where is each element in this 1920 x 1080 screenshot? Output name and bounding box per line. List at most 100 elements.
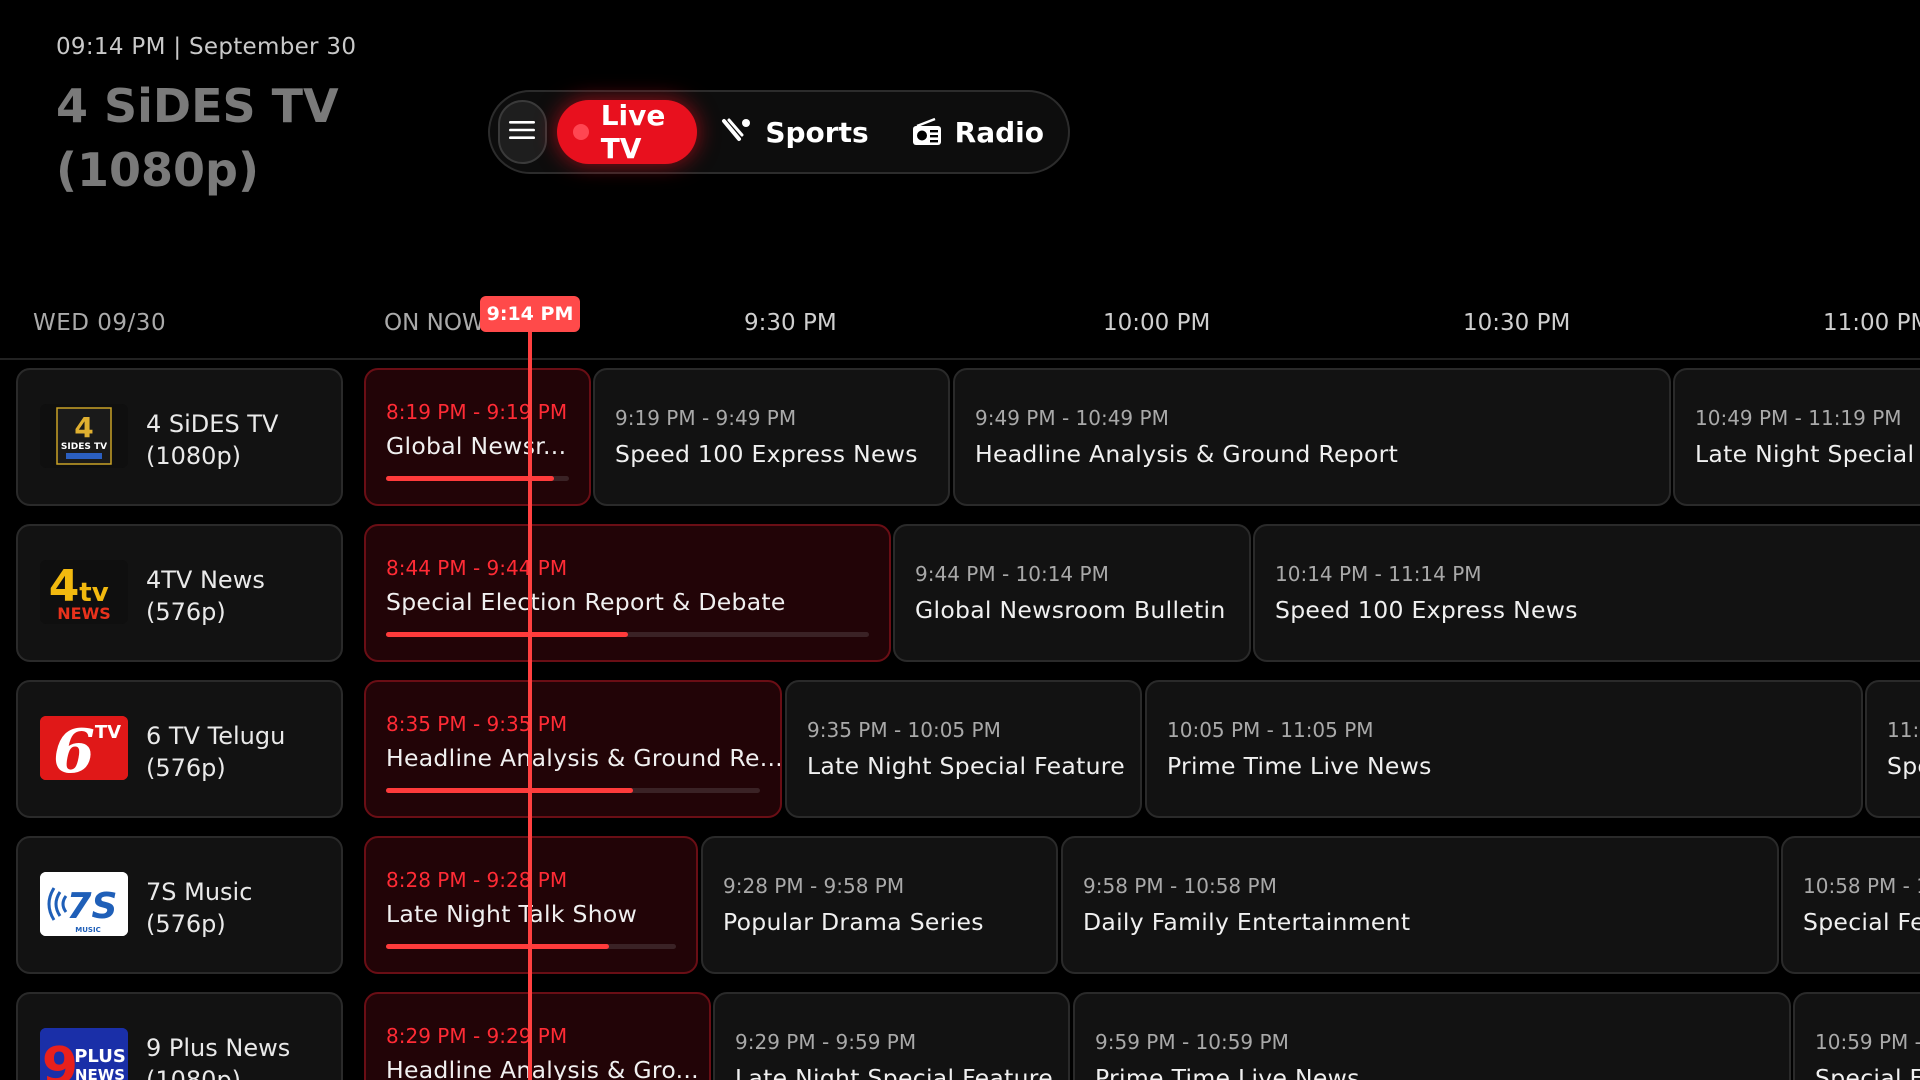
program-card-now[interactable]: 8:19 PM - 9:19 PM Global Newsr...	[364, 368, 591, 506]
svg-text:7S: 7S	[67, 886, 118, 927]
channel-card[interactable]: 4 tv NEWS 4TV News (576p)	[16, 524, 343, 662]
program-time: 9:49 PM - 10:49 PM	[975, 406, 1169, 430]
program-card[interactable]: 10:59 PM - Special F	[1793, 992, 1920, 1080]
channel-card[interactable]: 9 PLUS NEWS 9 Plus News (1080p)	[16, 992, 343, 1080]
program-title: Daily Family Entertainment	[1083, 908, 1411, 936]
program-time: 9:44 PM - 10:14 PM	[915, 562, 1109, 586]
svg-text:NEWS: NEWS	[75, 1066, 125, 1080]
svg-text:SIDES TV: SIDES TV	[61, 442, 107, 452]
program-time: 9:28 PM - 9:58 PM	[723, 874, 905, 898]
program-progress-fill	[386, 944, 610, 949]
program-time: 9:29 PM - 9:59 PM	[735, 1030, 917, 1054]
channel-row: 4 tv NEWS 4TV News (576p) 8:44 PM - 9:44 P…	[0, 524, 1920, 664]
nav-tab-sports[interactable]: Sports	[703, 100, 886, 164]
program-title: Speed 100 Express News	[615, 440, 918, 468]
on-now-label: ON NOW	[384, 310, 485, 336]
program-title: Headline Analysis & Ground Report	[975, 440, 1399, 468]
program-card[interactable]: 11:0 Spe	[1865, 680, 1920, 818]
channel-card[interactable]: 7S MUSIC 7S Music (576p)	[16, 836, 343, 974]
program-title: Headline Analysis & Ground Re...	[386, 744, 782, 772]
svg-text:PLUS: PLUS	[74, 1046, 126, 1067]
svg-text:TV: TV	[95, 722, 121, 743]
time-slot-label: 10:00 PM	[1103, 310, 1211, 336]
svg-text:4: 4	[74, 411, 93, 444]
program-time: 10:58 PM - 1	[1803, 874, 1920, 898]
channel-card[interactable]: 6 TV 6 TV Telugu (576p)	[16, 680, 343, 818]
nav-tab-label: Live TV	[600, 99, 666, 165]
program-title: Prime Time Live News	[1095, 1064, 1360, 1080]
program-time: 10:14 PM - 11:14 PM	[1275, 562, 1482, 586]
svg-text:NEWS: NEWS	[57, 604, 111, 623]
sports-icon	[721, 117, 753, 147]
channel-card[interactable]: 4 SIDES TV 4 SiDES TV (1080p)	[16, 368, 343, 506]
nav-tab-live-tv[interactable]: Live TV	[556, 99, 698, 165]
channel-name: 7S Music (576p)	[146, 878, 253, 938]
program-progress-fill	[386, 632, 628, 637]
program-title: Special Election Report & Debate	[386, 588, 786, 616]
program-card[interactable]: 9:44 PM - 10:14 PM Global Newsroom Bulle…	[893, 524, 1251, 662]
program-time: 8:44 PM - 9:44 PM	[386, 556, 568, 580]
nav-tab-label: Sports	[765, 115, 869, 149]
current-time-marker: 9:14 PM	[480, 296, 580, 332]
nav-tab-label: Radio	[954, 115, 1044, 149]
program-time: 9:35 PM - 10:05 PM	[807, 718, 1001, 742]
program-title: Headline Analysis & Gro...	[386, 1056, 699, 1080]
program-card[interactable]: 9:59 PM - 10:59 PM Prime Time Live News	[1073, 992, 1791, 1080]
radio-icon	[911, 117, 943, 147]
channel-row: 9 PLUS NEWS 9 Plus News (1080p) 8:29 PM - …	[0, 992, 1920, 1080]
program-title: Late Night Special F	[1695, 440, 1920, 468]
program-title: Late Night Special Feature	[735, 1064, 1053, 1080]
program-time: 10:05 PM - 11:05 PM	[1167, 718, 1374, 742]
program-title: Special Fe	[1803, 908, 1920, 936]
program-card-now[interactable]: 8:44 PM - 9:44 PM Special Election Repor…	[364, 524, 891, 662]
program-card[interactable]: 10:14 PM - 11:14 PM Speed 100 Express Ne…	[1253, 524, 1920, 662]
program-time: 10:49 PM - 11:19 PM	[1695, 406, 1902, 430]
program-title: Late Night Talk Show	[386, 900, 638, 928]
channel-name: 4TV News (576p)	[146, 566, 265, 626]
program-progress-bar	[386, 788, 760, 793]
tv-guide-screen: 09:14 PM | September 30 4 SiDES TV (1080…	[0, 0, 1920, 1080]
program-title: Prime Time Live News	[1167, 752, 1432, 780]
program-card[interactable]: 9:35 PM - 10:05 PM Late Night Special Fe…	[785, 680, 1142, 818]
time-slot-label: 9:30 PM	[744, 310, 837, 336]
program-card[interactable]: 10:05 PM - 11:05 PM Prime Time Live News	[1145, 680, 1863, 818]
program-time: 8:28 PM - 9:28 PM	[386, 868, 568, 892]
svg-text:MUSIC: MUSIC	[75, 926, 100, 934]
clock-datetime: 09:14 PM | September 30	[56, 34, 357, 60]
channel-logo-6tv: 6 TV	[40, 716, 128, 780]
program-title: Speed 100 Express News	[1275, 596, 1578, 624]
program-card[interactable]: 10:49 PM - 11:19 PM Late Night Special F	[1673, 368, 1920, 506]
program-progress-bar	[386, 476, 569, 481]
top-navigation-bar: Live TV Sports Radio	[488, 90, 1070, 174]
program-time: 9:58 PM - 10:58 PM	[1083, 874, 1277, 898]
current-time-line	[528, 332, 532, 1080]
time-slot-label: 11:00 PM	[1823, 310, 1920, 336]
channel-logo-4tv-news: 4 tv NEWS	[40, 560, 128, 624]
program-card[interactable]: 9:49 PM - 10:49 PM Headline Analysis & G…	[953, 368, 1671, 506]
channel-name: 4 SiDES TV (1080p)	[146, 410, 279, 470]
svg-text:9: 9	[42, 1037, 78, 1080]
program-time: 8:29 PM - 9:29 PM	[386, 1024, 568, 1048]
program-card[interactable]: 9:58 PM - 10:58 PM Daily Family Entertai…	[1061, 836, 1779, 974]
menu-button[interactable]	[498, 100, 547, 164]
time-slot-label: 10:30 PM	[1463, 310, 1571, 336]
program-card[interactable]: 9:19 PM - 9:49 PM Speed 100 Express News	[593, 368, 950, 506]
program-time: 8:35 PM - 9:35 PM	[386, 712, 568, 736]
channel-logo-4sides: 4 SIDES TV	[40, 404, 128, 468]
program-title: Global Newsr...	[386, 432, 567, 460]
program-title: Spe	[1887, 752, 1920, 780]
nav-tab-radio[interactable]: Radio	[893, 100, 1062, 164]
program-card[interactable]: 10:58 PM - 1 Special Fe	[1781, 836, 1920, 974]
channel-row: 7S MUSIC 7S Music (576p) 8:28 PM - 9:28 P…	[0, 836, 1920, 976]
program-card-now[interactable]: 8:35 PM - 9:35 PM Headline Analysis & Gr…	[364, 680, 782, 818]
program-card-now[interactable]: 8:29 PM - 9:29 PM Headline Analysis & Gr…	[364, 992, 711, 1080]
channel-row: 4 SIDES TV 4 SiDES TV (1080p) 8:19 PM - 9…	[0, 368, 1920, 508]
channel-name: 9 Plus News (1080p)	[146, 1034, 291, 1080]
svg-text:6: 6	[53, 717, 95, 780]
program-card[interactable]: 9:29 PM - 9:59 PM Late Night Special Fea…	[713, 992, 1070, 1080]
channel-logo-9-plus-news: 9 PLUS NEWS	[40, 1028, 128, 1080]
program-progress-fill	[386, 788, 633, 793]
program-card[interactable]: 9:28 PM - 9:58 PM Popular Drama Series	[701, 836, 1058, 974]
program-title: Late Night Special Feature	[807, 752, 1125, 780]
record-dot-icon	[572, 124, 589, 140]
